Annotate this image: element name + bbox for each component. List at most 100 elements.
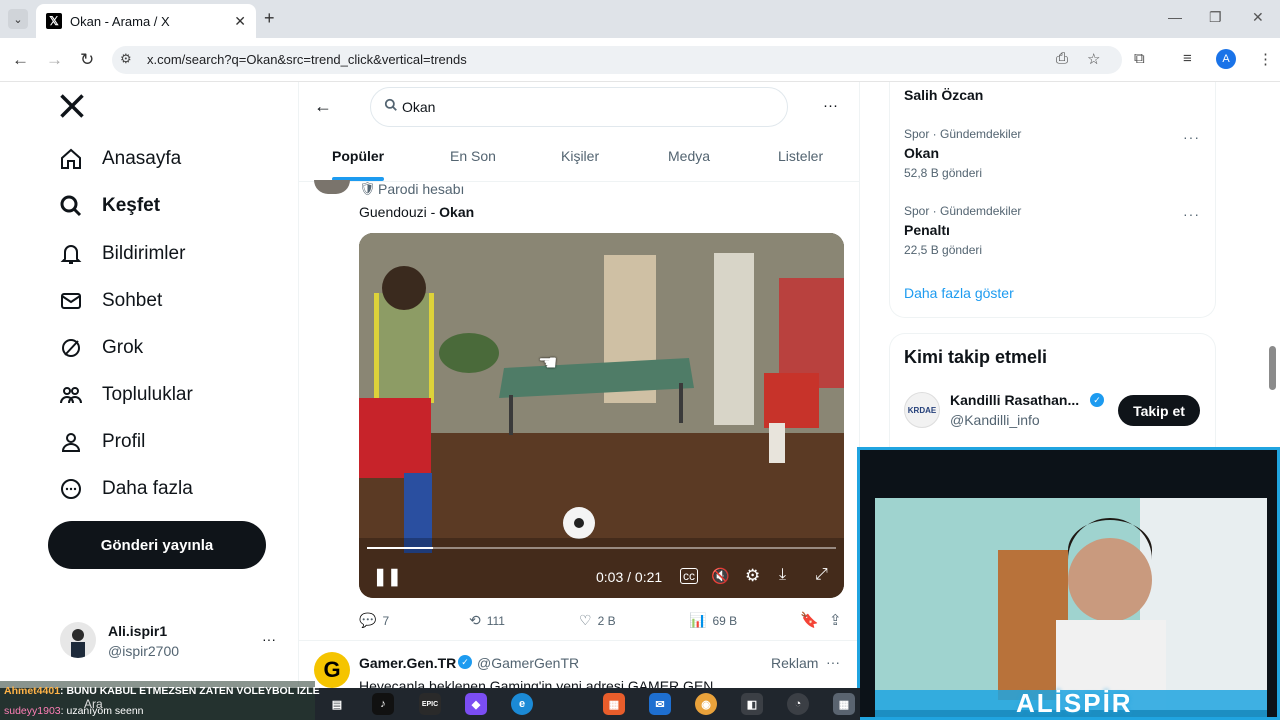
reload-icon[interactable]: ↻ bbox=[80, 50, 94, 70]
nav-notifications-label: Bildirimler bbox=[102, 243, 186, 264]
post-text-prefix: Guendouzi - bbox=[359, 204, 440, 220]
ad-text: Heyecanla beklenen Gaming'in yeni adresi… bbox=[359, 676, 739, 688]
tab-lists[interactable]: Listeler bbox=[778, 148, 823, 164]
chat-message: : BUNU KABUL ETMEZSEN ZATEN VOLEYBOL IZL… bbox=[60, 685, 320, 697]
like-button[interactable]: ♡ 2 B bbox=[579, 612, 616, 629]
tiktok-app-icon[interactable]: ♪ bbox=[372, 693, 394, 715]
chat-line: sudeyy1903: uzanıyom seenn bbox=[4, 705, 144, 717]
minimize-icon[interactable]: — bbox=[1168, 9, 1182, 25]
profile-avatar[interactable]: A bbox=[1216, 49, 1236, 69]
parody-icon: 🛡 bbox=[359, 181, 376, 196]
mute-icon[interactable]: 🔇 bbox=[711, 567, 730, 585]
media-control-icon[interactable]: ≡ bbox=[1183, 50, 1192, 67]
views-button[interactable]: 📊 69 B bbox=[689, 612, 737, 629]
captions-icon[interactable]: cc bbox=[680, 568, 698, 584]
repost-icon: ⟲ bbox=[469, 612, 481, 628]
nav-grok[interactable]: Grok bbox=[58, 333, 143, 363]
epic-games-icon[interactable]: EPIC bbox=[419, 693, 441, 715]
kandilli-avatar[interactable]: KRDAE bbox=[904, 392, 940, 428]
nav-explore[interactable]: Keşfet bbox=[58, 191, 160, 221]
follow-button[interactable]: Takip et bbox=[1118, 395, 1200, 426]
nav-notifications[interactable]: Bildirimler bbox=[58, 239, 185, 269]
nav-communities[interactable]: Topluluklar bbox=[58, 380, 193, 410]
bookmark-icon[interactable]: 🔖 bbox=[800, 611, 819, 629]
nav-home-label: Anasayfa bbox=[102, 148, 182, 169]
trend-menu-icon[interactable]: ··· bbox=[1183, 206, 1200, 222]
reply-icon: 💬 bbox=[359, 612, 377, 628]
post-button[interactable]: Gönderi yayınla bbox=[48, 521, 266, 569]
x-logo-icon[interactable] bbox=[58, 92, 86, 120]
bookmark-star-icon[interactable]: ☆ bbox=[1087, 50, 1100, 68]
user-name: Ali.ispir1 bbox=[108, 623, 168, 639]
follow-account-name[interactable]: Kandilli Rasathan... bbox=[950, 392, 1079, 408]
trend-top-name[interactable]: Salih Özcan bbox=[904, 87, 983, 103]
fullscreen-icon[interactable]: ⤢ bbox=[815, 566, 828, 584]
pause-icon[interactable]: ❚❚ bbox=[373, 567, 402, 587]
ad-menu-icon[interactable]: ··· bbox=[826, 654, 840, 670]
video-frame bbox=[359, 233, 844, 598]
stream-brand: ALİSPİR bbox=[1016, 688, 1133, 718]
tab-media[interactable]: Medya bbox=[668, 148, 710, 164]
nav-home[interactable]: Anasayfa bbox=[58, 144, 181, 174]
back-arrow-icon[interactable]: ← bbox=[314, 96, 332, 117]
repost-button[interactable]: ⟲ 111 bbox=[469, 612, 505, 629]
site-info-icon[interactable]: ⚙ bbox=[120, 51, 132, 67]
obs-icon[interactable]: ◔ bbox=[787, 693, 809, 715]
ad-label: Reklam bbox=[771, 655, 819, 671]
video-player[interactable]: ❚❚ 0:03 / 0:21 cc 🔇 ⚙ ⤓ ⤢ bbox=[359, 233, 844, 598]
reply-button[interactable]: 💬 7 bbox=[359, 612, 389, 629]
trend-name[interactable]: Okan bbox=[904, 145, 939, 161]
tab-latest[interactable]: En Son bbox=[450, 148, 496, 164]
trend-name[interactable]: Penaltı bbox=[904, 222, 950, 238]
app-icon[interactable]: ◧ bbox=[741, 693, 763, 715]
home-icon bbox=[58, 146, 84, 172]
user-avatar[interactable] bbox=[60, 622, 96, 658]
webcam-feed bbox=[860, 450, 1277, 717]
chat-user: sudeyy1903 bbox=[4, 705, 61, 717]
back-icon[interactable]: ← bbox=[12, 50, 29, 70]
new-tab-button[interactable]: + bbox=[264, 8, 275, 29]
search-input-value[interactable]: Okan bbox=[402, 99, 435, 115]
ad-avatar[interactable]: G bbox=[314, 652, 350, 688]
restore-icon[interactable]: ❐ bbox=[1209, 9, 1222, 26]
chrome-icon[interactable]: ◉ bbox=[695, 693, 717, 715]
forward-icon[interactable]: → bbox=[46, 50, 63, 70]
outlook-icon[interactable]: ✉ bbox=[649, 693, 671, 715]
grok-icon bbox=[58, 335, 84, 361]
extensions-icon[interactable]: ⧉ bbox=[1134, 50, 1145, 67]
edge-icon[interactable]: e bbox=[511, 693, 533, 715]
show-more-link[interactable]: Daha fazla göster bbox=[904, 285, 1014, 301]
user-handle: @ispir2700 bbox=[108, 643, 180, 659]
tab-popular[interactable]: Popüler bbox=[332, 148, 384, 164]
window-close-icon[interactable]: ✕ bbox=[1252, 9, 1264, 26]
calculator-icon[interactable]: ▦ bbox=[833, 693, 855, 715]
install-app-icon[interactable]: ⎙ bbox=[1056, 50, 1068, 67]
ad-name[interactable]: Gamer.Gen.TR bbox=[359, 655, 456, 671]
copilot-icon[interactable]: ◆ bbox=[465, 693, 487, 715]
tab-close-icon[interactable]: ✕ bbox=[234, 13, 246, 30]
share-icon[interactable]: ⇪ bbox=[829, 611, 842, 629]
tab-search-menu-button[interactable]: ⌄ bbox=[8, 9, 28, 29]
follow-account-handle: @Kandilli_info bbox=[950, 412, 1040, 428]
search-options-icon[interactable]: ··· bbox=[823, 97, 838, 114]
nav-messages[interactable]: Sohbet bbox=[58, 286, 162, 316]
video-settings-icon[interactable]: ⚙ bbox=[745, 566, 760, 586]
trend-count: 22,5 B gönderi bbox=[904, 243, 983, 257]
video-progress-track[interactable] bbox=[367, 547, 836, 549]
taskbar-search-label[interactable]: Ara bbox=[84, 697, 103, 711]
nav-more[interactable]: Daha fazla bbox=[58, 474, 193, 504]
url-text[interactable]: x.com/search?q=Okan&src=trend_click&vert… bbox=[147, 52, 467, 67]
page-scrollbar-thumb[interactable] bbox=[1269, 346, 1276, 390]
chrome-menu-icon[interactable]: ⋮ bbox=[1258, 50, 1273, 68]
task-view-icon[interactable]: ▤ bbox=[326, 693, 348, 715]
dock-video-icon[interactable]: ⤓ bbox=[779, 566, 786, 584]
x-favicon-icon: 𝕏 bbox=[46, 13, 62, 29]
account-menu-icon[interactable]: ··· bbox=[262, 631, 276, 647]
trend-menu-icon[interactable]: ··· bbox=[1183, 129, 1200, 145]
nav-profile[interactable]: Profil bbox=[58, 427, 145, 457]
nav-communities-label: Topluluklar bbox=[102, 384, 193, 405]
store-icon[interactable]: ▦ bbox=[603, 693, 625, 715]
tab-people[interactable]: Kişiler bbox=[561, 148, 599, 164]
tab-title: Okan - Arama / X bbox=[70, 13, 170, 29]
browser-tab[interactable]: 𝕏 Okan - Arama / X ✕ bbox=[36, 4, 256, 38]
